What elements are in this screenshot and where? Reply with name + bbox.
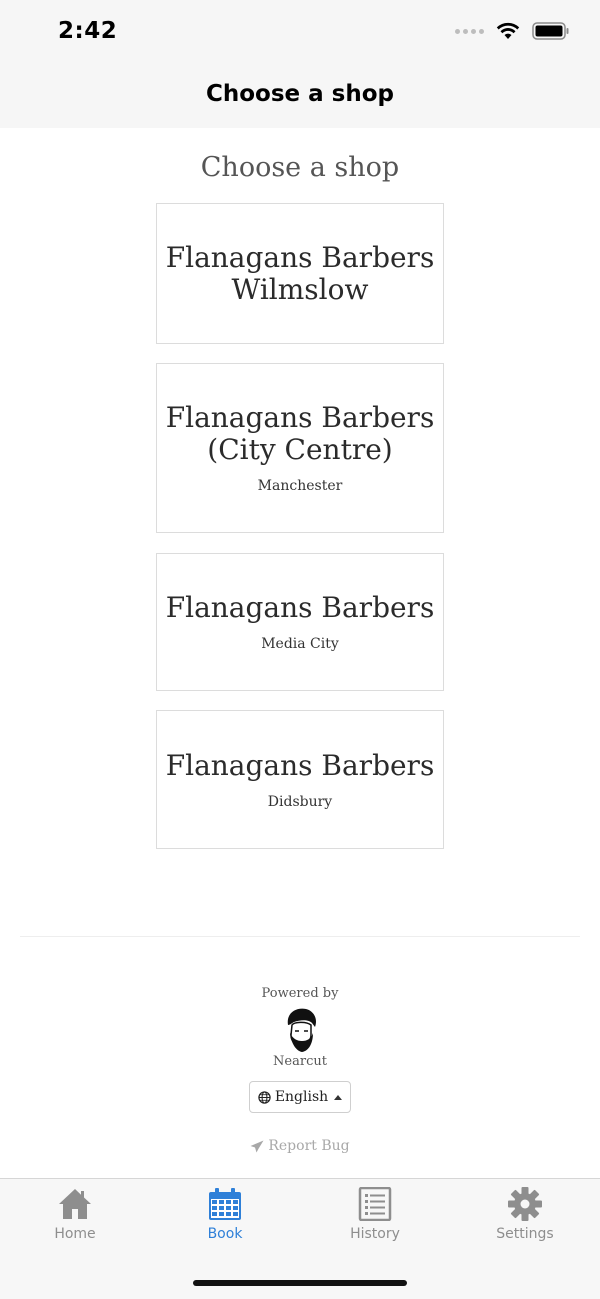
shop-name: Flanagans Barbers (City Centre) bbox=[166, 402, 435, 466]
language-label: English bbox=[274, 1089, 329, 1105]
status-bar: 2:42 bbox=[0, 0, 600, 64]
tab-home[interactable]: Home bbox=[0, 1187, 150, 1257]
signal-icon bbox=[455, 28, 484, 34]
shop-name-line1: Flanagans Barbers bbox=[165, 401, 435, 434]
report-bug-link[interactable]: Report Bug bbox=[0, 1138, 600, 1154]
shop-name-line1: Flanagans Barbers bbox=[165, 591, 435, 624]
shop-name-line2: (City Centre) bbox=[207, 433, 393, 466]
page-heading: Choose a shop bbox=[200, 152, 400, 183]
shop-card-city-centre[interactable]: Flanagans Barbers (City Centre) Manchest… bbox=[156, 363, 444, 533]
home-icon bbox=[59, 1189, 91, 1219]
tab-book[interactable]: Book bbox=[150, 1187, 300, 1257]
nav-title: Choose a shop bbox=[205, 81, 394, 107]
tab-label: Home bbox=[54, 1226, 96, 1242]
shop-name: Flanagans Barbers Wilmslow bbox=[165, 240, 435, 306]
battery-icon bbox=[532, 22, 569, 40]
status-icons bbox=[455, 22, 570, 40]
shop-location: Media City bbox=[261, 636, 339, 652]
nearcut-logo-icon bbox=[287, 1008, 316, 1052]
wifi-icon bbox=[496, 22, 520, 39]
shop-card-wilmslow[interactable]: Flanagans Barbers Wilmslow bbox=[156, 203, 444, 344]
shop-card-didsbury[interactable]: Flanagans Barbers Didsbury bbox=[156, 710, 444, 849]
tab-label: History bbox=[350, 1226, 400, 1242]
tab-history[interactable]: History bbox=[300, 1187, 450, 1257]
powered-by-label: Powered by bbox=[261, 986, 339, 1001]
footer-divider bbox=[20, 936, 580, 937]
report-bug-label: Report Bug bbox=[268, 1138, 350, 1154]
shop-name: Flanagans Barbers bbox=[166, 592, 435, 624]
calendar-icon bbox=[209, 1188, 241, 1220]
shop-location: Didsbury bbox=[267, 793, 333, 810]
shop-card-media-city[interactable]: Flanagans Barbers Media City bbox=[156, 553, 444, 691]
brand-label: Nearcut bbox=[273, 1054, 327, 1069]
caret-up-icon bbox=[334, 1094, 343, 1100]
tab-label: Settings bbox=[496, 1226, 554, 1242]
language-selector[interactable]: English bbox=[249, 1081, 351, 1113]
status-time: 2:42 bbox=[58, 18, 118, 44]
shop-name-line2: Wilmslow bbox=[231, 272, 369, 306]
home-indicator[interactable] bbox=[193, 1280, 407, 1286]
globe-icon bbox=[258, 1090, 271, 1104]
shop-location: Manchester bbox=[257, 478, 343, 494]
navigation-bar: Choose a shop bbox=[0, 64, 600, 128]
shop-name: Flanagans Barbers bbox=[165, 748, 435, 782]
gear-icon bbox=[508, 1187, 542, 1221]
shop-name-line1: Flanagans Barbers bbox=[165, 240, 435, 274]
tab-label: Book bbox=[207, 1226, 243, 1242]
shop-name-line1: Flanagans Barbers bbox=[165, 748, 435, 782]
tab-settings[interactable]: Settings bbox=[450, 1187, 600, 1257]
paper-plane-icon bbox=[250, 1140, 264, 1152]
list-icon bbox=[358, 1187, 392, 1221]
